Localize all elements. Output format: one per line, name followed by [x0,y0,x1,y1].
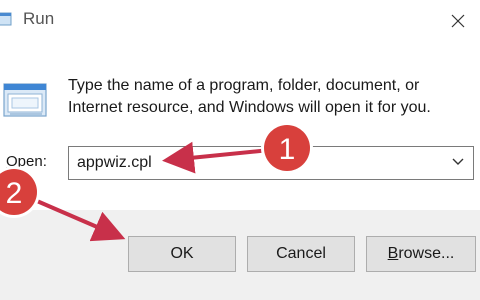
open-label: Open: [6,153,47,170]
open-label-rest: pen: [17,153,47,170]
browse-label-rest: rowse... [398,245,455,262]
dialog-content: Type the name of a program, folder, docu… [0,42,480,210]
browse-button[interactable]: Browse... [366,236,476,272]
open-label-accelerator: O [6,153,18,170]
open-combobox[interactable]: appwiz.cpl [68,146,474,180]
ok-button[interactable]: OK [128,236,236,272]
chevron-down-icon[interactable] [451,157,465,167]
window-title: Run [23,9,55,28]
run-app-icon [0,12,12,26]
run-dialog: Run Type the name of a program, folder, … [0,0,480,300]
close-icon[interactable] [448,11,468,31]
open-input[interactable]: appwiz.cpl [77,154,152,172]
title-bar: Run [0,0,480,42]
browse-accelerator: B [387,245,399,262]
run-program-icon [3,83,47,117]
description-text: Type the name of a program, folder, docu… [68,77,431,116]
button-bar: OK Cancel Browse... [0,210,480,300]
cancel-button[interactable]: Cancel [247,236,355,272]
